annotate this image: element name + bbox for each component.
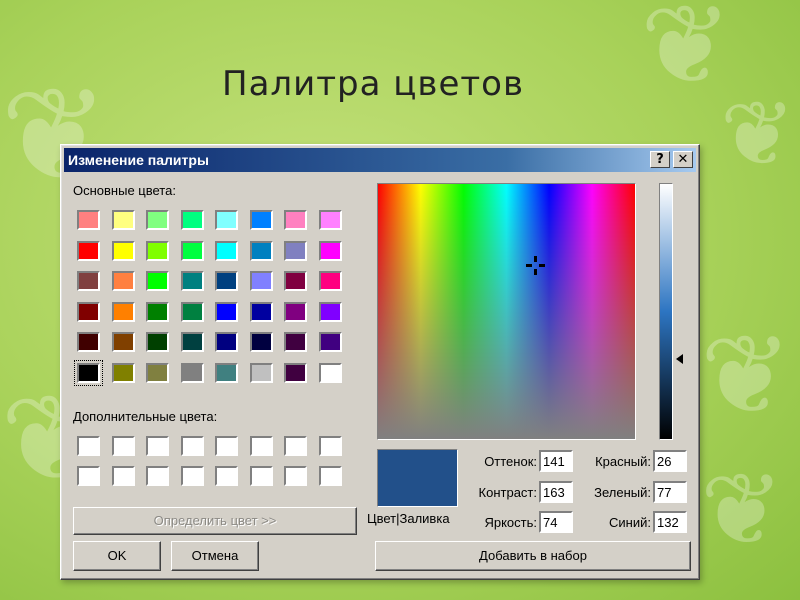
basic-color-swatch[interactable] [77,271,100,291]
basic-color-swatch[interactable] [318,301,342,322]
hue-input[interactable]: 141 [539,450,573,472]
color-solid-label: Цвет|Заливка [367,511,450,526]
custom-color-swatch[interactable] [180,466,204,486]
basic-color-swatch[interactable] [215,271,238,291]
basic-color-swatch[interactable] [77,210,100,230]
custom-color-swatch[interactable] [77,466,100,486]
custom-color-swatch[interactable] [284,436,307,456]
define-custom-colors-button[interactable]: Определить цвет >> [73,507,357,535]
luminance-pointer-icon[interactable] [676,354,683,364]
basic-color-swatch[interactable] [180,210,204,230]
basic-color-swatch[interactable] [284,332,307,352]
custom-color-swatch[interactable] [215,466,238,486]
basic-color-swatch[interactable] [284,210,307,230]
basic-color-swatch[interactable] [249,210,273,230]
basic-color-swatch[interactable] [215,301,238,322]
custom-color-swatch[interactable] [146,466,169,486]
dialog-title: Изменение палитры [68,152,209,168]
basic-color-swatch[interactable] [111,301,135,322]
saturation-input[interactable]: 163 [539,481,573,503]
luminance-slider[interactable] [659,183,673,440]
color-preview-swatch [377,449,458,507]
blue-input[interactable]: 132 [653,511,687,533]
basic-color-swatch[interactable] [146,240,169,261]
basic-color-swatch[interactable] [180,271,204,291]
custom-color-swatch[interactable] [249,466,273,486]
basic-color-swatch[interactable] [146,301,169,322]
custom-color-swatch[interactable] [111,436,135,456]
custom-color-swatch[interactable] [146,436,169,456]
custom-color-swatch[interactable] [318,436,342,456]
basic-color-swatch[interactable] [318,210,342,230]
color-spectrum-picker[interactable] [377,183,636,440]
basic-color-swatch[interactable] [249,332,273,352]
custom-color-swatch[interactable] [111,466,135,486]
basic-color-swatch[interactable] [180,301,204,322]
basic-color-swatch[interactable] [74,359,103,386]
basic-color-swatch[interactable] [215,210,238,230]
close-icon: ✕ [677,152,689,167]
basic-color-swatch[interactable] [249,362,273,383]
edit-colors-dialog: Изменение палитры ? ✕ Основные цвета: До… [60,144,700,580]
cancel-button[interactable]: Отмена [171,541,259,571]
dialog-titlebar[interactable]: Изменение палитры ? ✕ [64,148,696,172]
red-input[interactable]: 26 [653,450,687,472]
basic-color-swatch[interactable] [249,301,273,322]
basic-color-swatch[interactable] [111,240,135,261]
basic-color-swatch[interactable] [77,301,100,322]
butterfly-decoration: ❦ [700,311,793,439]
blue-label: Синий: [609,515,651,530]
basic-color-swatch[interactable] [284,271,307,291]
basic-color-swatch[interactable] [318,362,342,383]
basic-color-swatch[interactable] [180,362,204,383]
basic-color-swatch[interactable] [284,301,307,322]
butterfly-decoration: ❦ [720,82,796,187]
add-to-custom-colors-button[interactable]: Добавить в набор [375,541,691,571]
luminance-input[interactable]: 74 [539,511,573,533]
basic-color-swatch[interactable] [111,210,135,230]
butterfly-decoration: ❦ [700,451,784,568]
basic-color-swatch[interactable] [180,240,204,261]
ok-button[interactable]: OK [73,541,161,571]
saturation-label: Контраст: [478,485,537,500]
basic-color-swatch[interactable] [215,332,238,352]
basic-color-swatch[interactable] [284,240,307,261]
basic-color-swatch[interactable] [111,271,135,291]
slide-title: Палитра цветов [222,64,525,104]
basic-color-swatch[interactable] [180,332,204,352]
red-label: Красный: [595,454,651,469]
custom-color-swatch[interactable] [249,436,273,456]
basic-color-swatch[interactable] [111,332,135,352]
basic-color-swatch[interactable] [249,271,273,291]
green-label: Зеленый: [594,485,651,500]
basic-color-swatch[interactable] [77,332,100,352]
custom-color-swatch[interactable] [180,436,204,456]
basic-color-swatch[interactable] [215,240,238,261]
hue-label: Оттенок: [484,454,537,469]
green-input[interactable]: 77 [653,481,687,503]
basic-color-swatch[interactable] [77,240,100,261]
basic-color-swatch[interactable] [146,362,169,383]
help-button[interactable]: ? [650,151,670,168]
basic-color-swatch[interactable] [146,210,169,230]
custom-color-swatch[interactable] [318,466,342,486]
basic-color-swatch[interactable] [215,362,238,383]
basic-color-swatch[interactable] [318,332,342,352]
custom-color-swatch[interactable] [77,436,100,456]
basic-color-swatch[interactable] [146,271,169,291]
basic-color-swatch[interactable] [249,240,273,261]
basic-color-swatch[interactable] [146,332,169,352]
basic-color-swatch[interactable] [318,271,342,291]
custom-color-swatch[interactable] [215,436,238,456]
basic-color-swatch[interactable] [284,362,307,383]
crosshair-icon [526,256,545,275]
basic-colors-label: Основные цвета: [73,183,176,198]
custom-color-swatch[interactable] [284,466,307,486]
custom-colors-label: Дополнительные цвета: [73,409,218,424]
luminance-label: Яркость: [484,515,537,530]
close-button[interactable]: ✕ [673,151,693,168]
basic-color-swatch[interactable] [111,362,135,383]
butterfly-decoration: ❦ [640,0,733,109]
basic-color-swatch[interactable] [318,240,342,261]
